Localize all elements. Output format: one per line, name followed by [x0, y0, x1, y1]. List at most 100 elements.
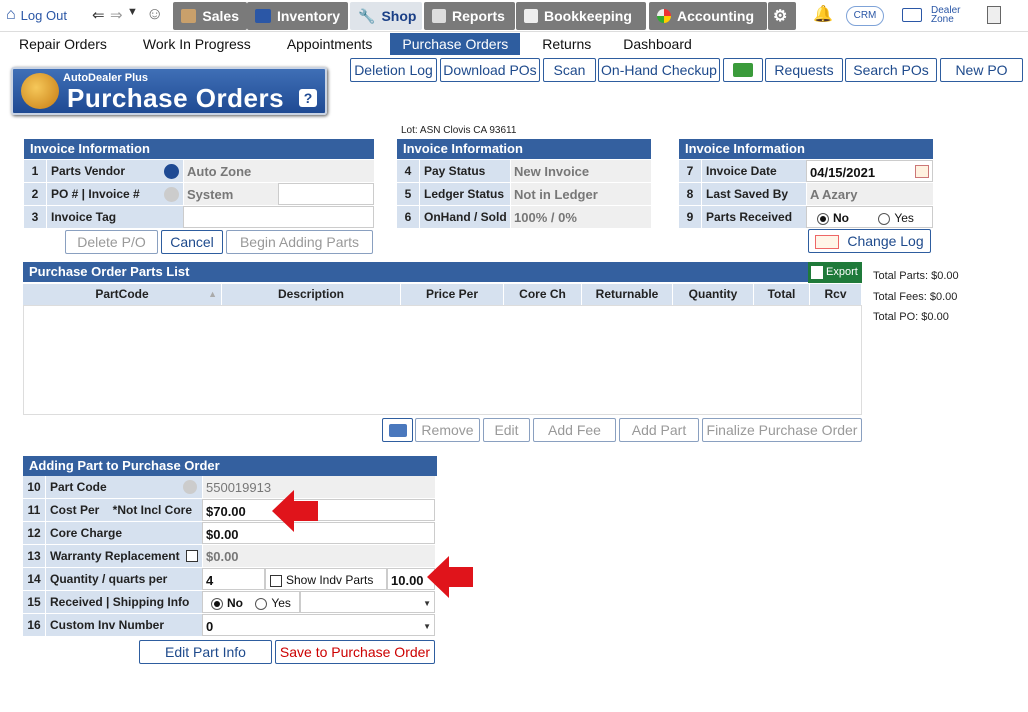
annotation-arrow-cost	[272, 490, 318, 532]
po-number-value[interactable]: System	[183, 183, 278, 205]
pay-status-row: 4 Pay Status New Invoice	[397, 160, 651, 183]
calculator-icon[interactable]	[987, 6, 1001, 24]
warranty-checkbox[interactable]	[186, 550, 198, 562]
parts-received-row: 9 Parts Received No Yes	[679, 206, 933, 229]
help-icon[interactable]: ?	[299, 89, 317, 107]
nav-sales[interactable]: Sales	[173, 2, 247, 30]
custom-inv-select[interactable]: 0 ▼	[202, 614, 435, 636]
notebook-pen-icon	[815, 235, 840, 250]
invoice-number-field[interactable]	[278, 183, 374, 205]
quantity-field[interactable]: 4	[202, 568, 265, 590]
invoice-date-row: 7 Invoice Date 04/15/2021	[679, 160, 933, 183]
sales-icon	[181, 9, 197, 23]
col-price-per[interactable]: Price Per	[401, 284, 504, 305]
requests-button[interactable]: Requests	[765, 58, 843, 82]
add-fee-button[interactable]: Add Fee	[533, 418, 616, 442]
show-indv-parts-checkbox[interactable]	[270, 574, 282, 587]
bell-icon[interactable]: 🔔	[813, 4, 833, 24]
calendar-icon[interactable]	[915, 165, 929, 178]
total-parts: Total Parts: $0.00	[873, 270, 959, 282]
parts-vendor-value[interactable]: Auto Zone	[183, 160, 374, 182]
col-returnable[interactable]: Returnable	[582, 284, 673, 305]
invoice-tag-field[interactable]	[183, 206, 374, 228]
show-indv-parts-toggle[interactable]: Show Indv Parts	[265, 568, 387, 590]
parts-received-no-radio[interactable]: No	[817, 211, 849, 225]
chevron-down-icon[interactable]: ▼	[127, 6, 138, 18]
remove-button[interactable]: Remove	[415, 418, 480, 442]
annotation-arrow-quantity	[427, 556, 473, 598]
nav-accounting[interactable]: Accounting	[649, 2, 767, 30]
parts-vendor-row: 1 Parts Vendor Auto Zone	[24, 160, 374, 183]
on-hand-checkup-button[interactable]: On-Hand Checkup	[598, 58, 720, 82]
adding-part-header: Adding Part to Purchase Order	[23, 456, 437, 476]
invoice-link-icon[interactable]	[164, 187, 179, 202]
invoice-info-header: Invoice Information	[24, 139, 374, 159]
parts-list-body	[23, 305, 862, 415]
sort-up-icon: ▲	[208, 289, 217, 299]
warranty-row: 13 Warranty Replacement $0.00	[23, 545, 437, 568]
invoice-tag-row: 3 Invoice Tag	[24, 206, 374, 229]
tab-repair-orders[interactable]: Repair Orders	[0, 33, 125, 55]
export-button[interactable]: Export	[808, 262, 862, 283]
report-icon	[432, 9, 446, 23]
vendor-link-icon[interactable]	[164, 164, 179, 179]
search-pos-button[interactable]: Search POs	[845, 58, 937, 82]
change-log-button[interactable]: Change Log	[808, 229, 931, 253]
tab-dashboard[interactable]: Dashboard	[613, 33, 702, 55]
dropdown-arrow-icon: ▼	[423, 622, 431, 631]
nav-inventory[interactable]: Inventory	[247, 2, 348, 30]
deletion-log-button[interactable]: Deletion Log	[350, 58, 437, 82]
custom-inv-row: 16 Custom Inv Number 0 ▼	[23, 614, 437, 637]
cancel-button[interactable]: Cancel	[161, 230, 223, 254]
col-quantity[interactable]: Quantity	[673, 284, 754, 305]
scan-button[interactable]: Scan	[543, 58, 596, 82]
new-po-button[interactable]: New PO	[940, 58, 1023, 82]
save-to-purchase-order-button[interactable]: Save to Purchase Order	[275, 640, 435, 664]
received-row: 15 Received | Shipping Info No Yes ▼	[23, 591, 437, 614]
edit-button[interactable]: Edit	[483, 418, 530, 442]
received-no-radio[interactable]: No	[211, 596, 243, 610]
onhand-sold-row: 6 OnHand / Sold 100% / 0%	[397, 206, 651, 229]
dealer-zone-icon[interactable]	[902, 8, 922, 22]
forward-arrow-icon[interactable]: ⇒	[110, 6, 123, 24]
tab-appointments[interactable]: Appointments	[269, 33, 391, 55]
nav-bookkeeping[interactable]: Bookkeeping	[516, 2, 646, 30]
col-rcv[interactable]: Rcv	[810, 284, 862, 305]
col-description[interactable]: Description	[222, 284, 401, 305]
warranty-value: $0.00	[202, 545, 435, 567]
support-face-icon[interactable]: ☺	[146, 4, 163, 24]
crm-button[interactable]: CRM	[846, 6, 884, 26]
dealer-zone-label[interactable]: Dealer Zone	[931, 6, 960, 25]
logout-link[interactable]: ⌂ Log Out	[6, 6, 67, 24]
part-lookup-icon[interactable]	[183, 480, 197, 494]
begin-adding-parts-button[interactable]: Begin Adding Parts	[226, 230, 373, 254]
pay-status-value: New Invoice	[510, 160, 651, 182]
col-partcode[interactable]: PartCode ▲	[23, 284, 222, 305]
col-total[interactable]: Total	[754, 284, 810, 305]
home-icon: ⌂	[6, 6, 16, 23]
back-arrow-icon[interactable]: ⇐	[92, 6, 105, 24]
page-title: Purchase Orders	[67, 83, 285, 113]
col-core-ch[interactable]: Core Ch	[504, 284, 582, 305]
invoice-date-field[interactable]: 04/15/2021	[806, 160, 933, 182]
add-part-button[interactable]: Add Part	[619, 418, 699, 442]
shipping-info-select[interactable]: ▼	[300, 591, 435, 613]
tab-work-in-progress[interactable]: Work In Progress	[125, 33, 269, 55]
received-radios: No Yes	[202, 591, 300, 613]
last-saved-row: 8 Last Saved By A Azary	[679, 183, 933, 206]
received-yes-radio[interactable]: Yes	[255, 596, 291, 610]
spreadsheet-button[interactable]	[723, 58, 763, 82]
core-charge-row: 12 Core Charge $0.00	[23, 522, 437, 545]
tab-returns[interactable]: Returns	[520, 33, 613, 55]
purchase-orders-logo: AutoDealer Plus Purchase Orders ?	[11, 67, 327, 115]
settings-gear-icon[interactable]: ⚙	[768, 2, 796, 30]
nav-shop[interactable]: 🔧 Shop	[350, 2, 422, 30]
download-pos-button[interactable]: Download POs	[440, 58, 540, 82]
tab-purchase-orders[interactable]: Purchase Orders	[390, 33, 521, 55]
parts-received-yes-radio[interactable]: Yes	[878, 211, 914, 225]
nav-reports[interactable]: Reports	[424, 2, 515, 30]
edit-part-info-button[interactable]: Edit Part Info	[139, 640, 272, 664]
delete-po-button[interactable]: Delete P/O	[65, 230, 158, 254]
print-button[interactable]	[382, 418, 413, 442]
finalize-purchase-order-button[interactable]: Finalize Purchase Order	[702, 418, 862, 442]
